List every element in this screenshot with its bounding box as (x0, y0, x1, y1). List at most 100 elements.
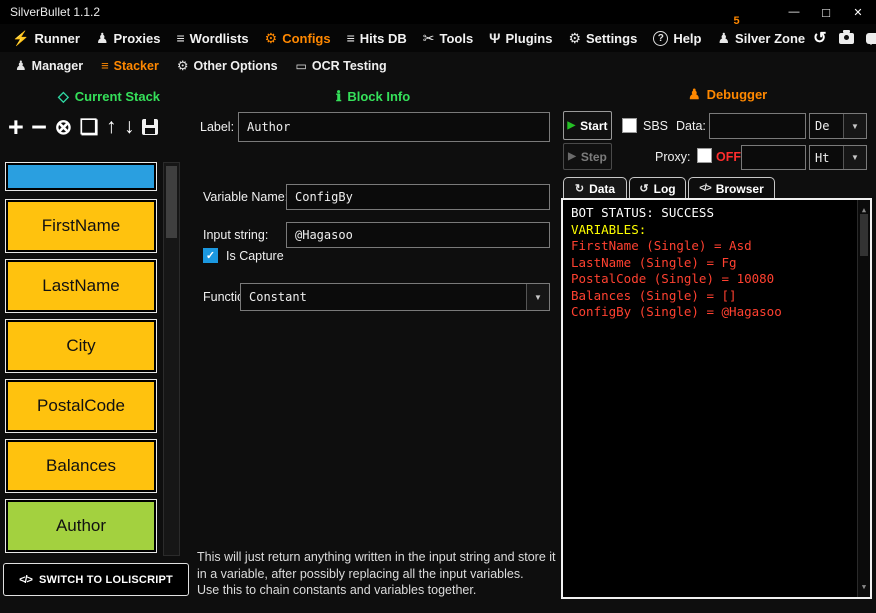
stack-block-city[interactable]: City (6, 320, 156, 372)
proxy-checkbox[interactable] (697, 148, 712, 163)
window-title: SilverBullet 1.1.2 (10, 5, 100, 19)
history-icon (639, 182, 648, 195)
app-window: SilverBullet 1.1.2 Runner Proxies Wordli… (0, 0, 876, 613)
tools-icon (423, 30, 435, 47)
submenu-label: Stacker (114, 59, 159, 73)
config-submenu: Manager Stacker Other Options OCR Testin… (0, 52, 876, 79)
submenu-item-stacker[interactable]: Stacker (92, 58, 168, 73)
menubar-quick-icons (813, 28, 876, 48)
variable-name-label: Variable Name: (203, 190, 288, 204)
save-config-button[interactable] (142, 119, 158, 135)
scroll-down-icon[interactable] (858, 579, 870, 596)
tab-label: Data (589, 182, 615, 196)
proxy-type-value: Ht (810, 146, 843, 169)
input-string-input[interactable] (286, 222, 550, 248)
switch-to-loliscript-button[interactable]: SWITCH TO LOLISCRIPT (3, 563, 189, 596)
update-history-icon[interactable] (813, 28, 826, 48)
submenu-item-ocr-testing[interactable]: OCR Testing (287, 59, 396, 73)
data-type-value: De (810, 114, 843, 138)
block-label: City (66, 336, 95, 356)
code-icon (699, 183, 710, 194)
hitsdb-icon (347, 30, 355, 46)
menu-item-silver-zone[interactable]: 5 Silver Zone (709, 24, 813, 52)
log-line: PostalCode (Single) = 10080 (571, 271, 862, 288)
manager-icon (15, 58, 27, 74)
runner-icon (12, 30, 29, 47)
variable-name-input[interactable] (286, 184, 550, 210)
stack-block-partial[interactable] (6, 163, 156, 190)
configs-gear-icon (265, 30, 278, 47)
help-icon (653, 31, 668, 46)
stack-block-balances[interactable]: Balances (6, 440, 156, 492)
menu-item-hitsdb[interactable]: Hits DB (339, 24, 415, 52)
stack-block-author[interactable]: Author (6, 500, 156, 552)
tab-log[interactable]: Log (629, 177, 686, 199)
stack-block-postalcode[interactable]: PostalCode (6, 380, 156, 432)
block-description: This will just return anything written i… (197, 549, 557, 599)
function-dropdown-button[interactable] (526, 284, 549, 310)
menu-item-plugins[interactable]: Plugins (481, 24, 560, 52)
screenshot-camera-icon[interactable] (839, 33, 854, 44)
move-down-button[interactable] (124, 115, 135, 139)
close-icon[interactable] (842, 0, 874, 24)
menu-item-configs[interactable]: Configs (257, 24, 339, 52)
data-type-dropdown-button[interactable] (843, 114, 866, 138)
settings-gear-icon (568, 30, 581, 47)
step-button[interactable]: Step (563, 143, 612, 170)
data-type-select[interactable]: De (809, 113, 867, 139)
step-button-label: Step (581, 150, 607, 164)
wordlists-icon (176, 30, 184, 46)
play-icon (568, 151, 576, 162)
menu-item-wordlists[interactable]: Wordlists (168, 24, 256, 52)
is-capture-checkbox[interactable] (203, 248, 218, 263)
chat-icon[interactable] (866, 33, 876, 44)
current-stack-title: Current Stack (75, 89, 160, 104)
function-value: Constant (241, 284, 526, 310)
window-controls (778, 0, 874, 24)
label-input[interactable] (238, 112, 550, 142)
move-up-button[interactable] (106, 115, 117, 139)
stack-scrollbar-thumb[interactable] (166, 166, 177, 238)
menu-item-tools[interactable]: Tools (415, 24, 481, 52)
ocr-icon (296, 59, 307, 73)
menu-item-settings[interactable]: Settings (560, 24, 645, 52)
proxy-input[interactable] (741, 145, 806, 170)
data-input[interactable] (709, 113, 806, 139)
proxy-type-dropdown-button[interactable] (843, 146, 866, 169)
log-scrollbar-thumb[interactable] (860, 214, 868, 256)
code-icon (19, 574, 32, 586)
stack-block-firstname[interactable]: FirstName (6, 200, 156, 252)
plugins-icon (489, 30, 500, 46)
submenu-item-manager[interactable]: Manager (6, 58, 92, 74)
log-line: BOT STATUS: SUCCESS (571, 205, 862, 222)
minimize-icon[interactable] (778, 0, 810, 24)
sbs-checkbox[interactable] (622, 118, 637, 133)
menu-label: Settings (586, 31, 637, 46)
log-scrollbar[interactable] (857, 200, 870, 597)
silverzone-icon (717, 30, 730, 47)
menu-item-help[interactable]: Help (645, 24, 709, 52)
function-select[interactable]: Constant (240, 283, 550, 311)
stack-block-lastname[interactable]: LastName (6, 260, 156, 312)
tab-data[interactable]: Data (563, 177, 627, 199)
tab-browser[interactable]: Browser (688, 177, 775, 199)
stack-scrollbar[interactable] (163, 162, 180, 556)
start-button[interactable]: Start (563, 111, 612, 140)
block-label: FirstName (42, 216, 120, 236)
switch-button-label: SWITCH TO LOLISCRIPT (39, 574, 173, 586)
remove-block-button[interactable] (31, 112, 47, 143)
clear-stack-button[interactable] (55, 115, 73, 140)
menu-label: Wordlists (190, 31, 249, 46)
proxy-type-select[interactable]: Ht (809, 145, 867, 170)
log-line: ConfigBy (Single) = @Hagasoo (571, 304, 862, 321)
menu-item-runner[interactable]: Runner (4, 24, 88, 52)
other-options-gear-icon (177, 58, 189, 74)
menu-label: Tools (439, 31, 473, 46)
submenu-item-other-options[interactable]: Other Options (168, 58, 287, 74)
menu-item-proxies[interactable]: Proxies (88, 24, 169, 52)
clone-block-button[interactable] (80, 115, 99, 140)
debugger-log-panel: BOT STATUS: SUCCESS VARIABLES: FirstName… (561, 198, 872, 599)
notification-badge: 5 (733, 15, 739, 27)
add-block-button[interactable] (8, 112, 24, 143)
maximize-icon[interactable] (810, 0, 842, 24)
